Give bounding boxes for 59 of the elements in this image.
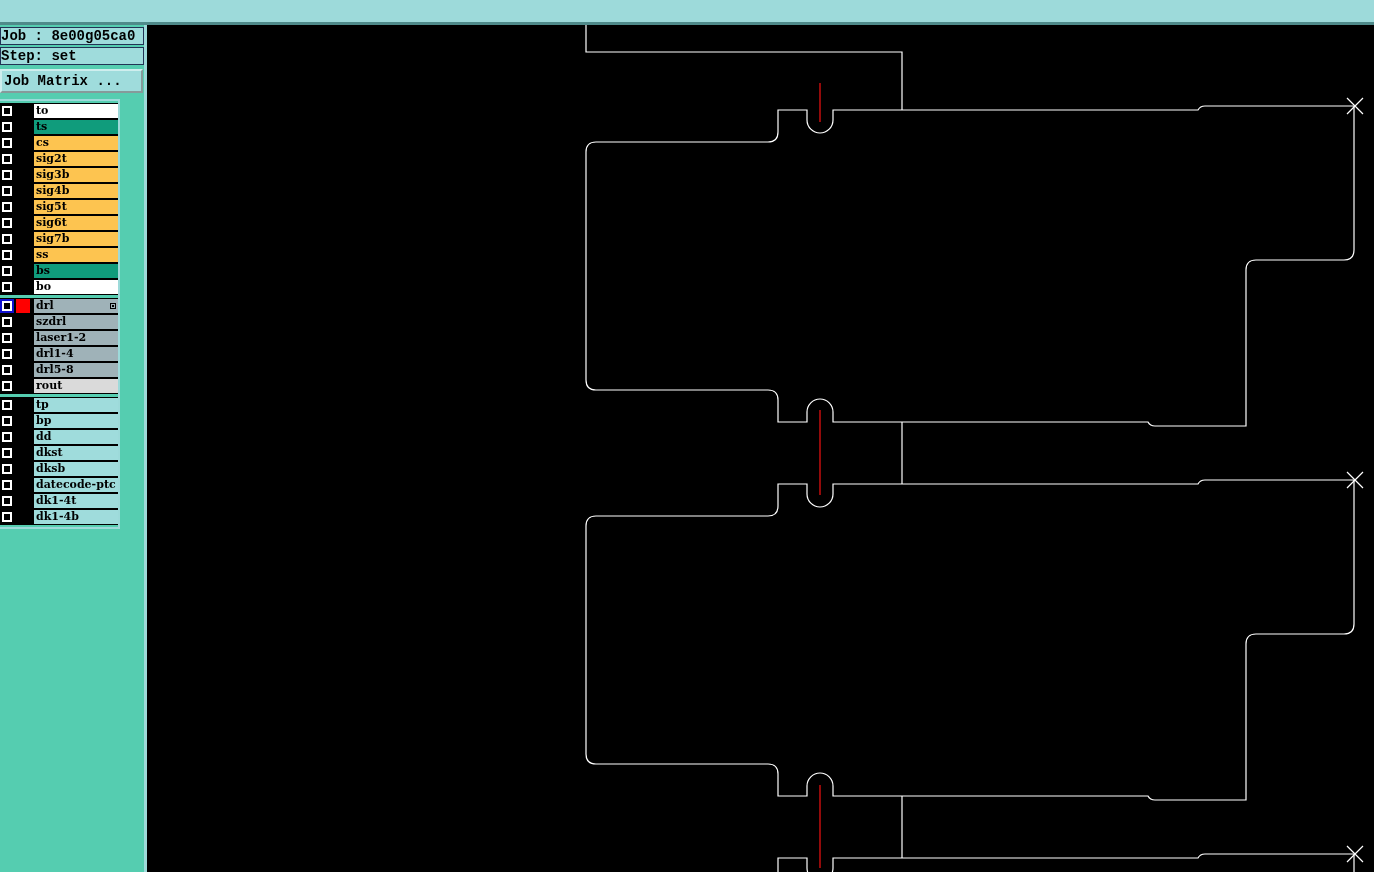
layer-checkbox[interactable] bbox=[2, 432, 12, 442]
layer-checkbox[interactable] bbox=[2, 496, 12, 506]
layer-checkbox[interactable] bbox=[2, 416, 12, 426]
layer-checkbox[interactable] bbox=[2, 250, 12, 260]
layer-name[interactable]: sig2t bbox=[34, 152, 118, 166]
grid-icon bbox=[110, 303, 116, 309]
job-matrix-button[interactable]: Job Matrix ... bbox=[0, 69, 143, 93]
layer-checkbox[interactable] bbox=[2, 365, 12, 375]
layer-name[interactable]: sig5t bbox=[34, 200, 118, 214]
layer-name[interactable]: sig6t bbox=[34, 216, 118, 230]
layer-name[interactable]: drl5-8 bbox=[34, 363, 118, 377]
layer-checkbox[interactable] bbox=[2, 317, 12, 327]
layer-name[interactable]: sig4b bbox=[34, 184, 118, 198]
cross-marker bbox=[1346, 845, 1364, 863]
layer-checkbox[interactable] bbox=[2, 512, 12, 522]
layer-name[interactable]: bo bbox=[34, 280, 118, 294]
cross-marker bbox=[1346, 97, 1364, 115]
layer-checkbox[interactable] bbox=[2, 400, 12, 410]
layer-checkbox[interactable] bbox=[2, 448, 12, 458]
layer-checkbox[interactable] bbox=[2, 202, 12, 212]
layer-checkbox[interactable] bbox=[2, 301, 12, 311]
layer-name[interactable]: cs bbox=[34, 136, 118, 150]
layer-checkbox[interactable] bbox=[2, 138, 12, 148]
layer-name[interactable]: laser1-2 bbox=[34, 331, 118, 345]
layer-name[interactable]: drl bbox=[34, 299, 118, 313]
layer-checkbox[interactable] bbox=[2, 122, 12, 132]
layer-name[interactable]: dd bbox=[34, 430, 118, 444]
layer-name[interactable]: dksb bbox=[34, 462, 118, 476]
layer-checkbox[interactable] bbox=[2, 106, 12, 116]
layer-name[interactable]: ts bbox=[34, 120, 118, 134]
layer-name[interactable]: bs bbox=[34, 264, 118, 278]
layer-checkbox[interactable] bbox=[2, 480, 12, 490]
layer-checkbox[interactable] bbox=[2, 464, 12, 474]
layer-name[interactable]: tp bbox=[34, 398, 118, 412]
layer-name[interactable]: dkst bbox=[34, 446, 118, 460]
layer-name[interactable]: ss bbox=[34, 248, 118, 262]
layer-checkbox[interactable] bbox=[2, 282, 12, 292]
layer-checkbox[interactable] bbox=[2, 218, 12, 228]
layer-name[interactable]: dk1-4t bbox=[34, 494, 118, 508]
layer-checkbox[interactable] bbox=[2, 234, 12, 244]
layer-name[interactable]: to bbox=[34, 104, 118, 118]
layer-checkbox[interactable] bbox=[2, 381, 12, 391]
layer-checkbox[interactable] bbox=[2, 186, 12, 196]
job-label: Job : 8e00g05ca0 bbox=[0, 27, 144, 45]
layer-name[interactable]: dk1-4b bbox=[34, 510, 118, 524]
cross-marker bbox=[1346, 471, 1364, 489]
layer-checkbox[interactable] bbox=[2, 349, 12, 359]
step-label: Step: set bbox=[0, 47, 144, 65]
layer-name[interactable]: rout bbox=[34, 379, 118, 393]
layer-checkbox[interactable] bbox=[2, 266, 12, 276]
layer-name[interactable]: datecode-ptc bbox=[34, 478, 118, 492]
layer-name[interactable]: sig3b bbox=[34, 168, 118, 182]
layer-checkbox[interactable] bbox=[2, 333, 12, 343]
layer-checkbox[interactable] bbox=[2, 170, 12, 180]
layer-checkbox[interactable] bbox=[2, 154, 12, 164]
layer-name[interactable]: drl1-4 bbox=[34, 347, 118, 361]
layer-name[interactable]: bp bbox=[34, 414, 118, 428]
layer-name[interactable]: sig7b bbox=[34, 232, 118, 246]
layer-name[interactable]: szdrl bbox=[34, 315, 118, 329]
